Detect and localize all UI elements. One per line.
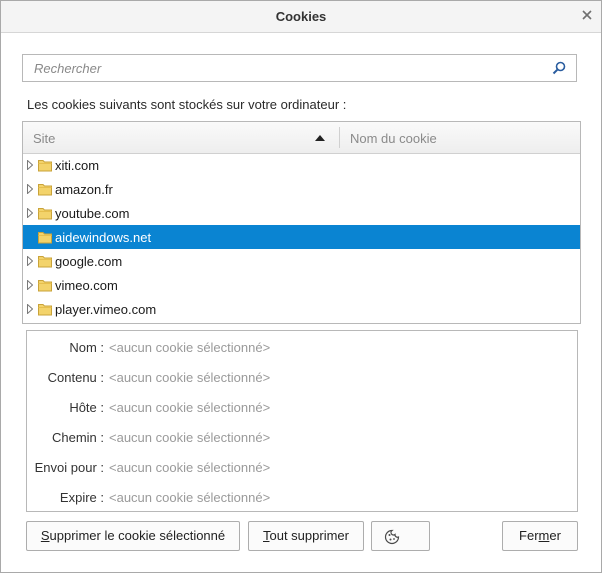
tree-row[interactable]: google.com (23, 249, 580, 273)
detail-value: <aucun cookie sélectionné> (109, 460, 271, 475)
tree-row-label: aidewindows.net (55, 230, 152, 245)
search-box[interactable] (22, 54, 577, 82)
folder-icon (38, 280, 52, 292)
tree-row-label: amazon.fr (55, 182, 113, 197)
remove-all-button[interactable]: Tout supprimer (248, 521, 364, 551)
expand-twisty-icon[interactable] (27, 160, 33, 170)
detail-value: <aucun cookie sélectionné> (109, 490, 271, 505)
cookies-intro-text: Les cookies suivants sont stockés sur vo… (27, 97, 347, 112)
cookie-site-tree[interactable]: Site Nom du cookie xiti.com amazon.fr yout… (22, 121, 581, 324)
tree-row[interactable]: amazon.fr (23, 177, 580, 201)
tree-row-label: vimeo.com (55, 278, 118, 293)
tree-row[interactable]: aidewindows.net (23, 225, 580, 249)
detail-value: <aucun cookie sélectionné> (109, 370, 271, 385)
folder-icon (38, 232, 52, 244)
tree-row[interactable]: xiti.com (23, 153, 580, 177)
tree-rows: xiti.com amazon.fr youtube.com aidewindows.… (23, 153, 580, 321)
expand-twisty-icon[interactable] (27, 304, 33, 314)
title-bar: Cookies (1, 1, 601, 33)
tree-row[interactable]: player.vimeo.com (23, 297, 580, 321)
tree-row[interactable]: youtube.com (23, 201, 580, 225)
folder-icon (38, 184, 52, 196)
dialog-title: Cookies (275, 9, 327, 24)
tree-header: Site Nom du cookie (23, 122, 580, 154)
tree-row[interactable]: vimeo.com (23, 273, 580, 297)
detail-value: <aucun cookie sélectionné> (109, 400, 271, 415)
detail-label: Hôte : (69, 400, 104, 415)
tree-row-label: xiti.com (55, 158, 100, 173)
column-separator[interactable] (339, 127, 340, 148)
column-header-site[interactable]: Site (33, 131, 55, 146)
close-icon[interactable] (579, 7, 595, 23)
cookies-dialog: Cookies Les cookies suivants sont stocké… (0, 0, 602, 573)
search-icon[interactable] (552, 61, 566, 75)
detail-row: Chemin : <aucun cookie sélectionné> (27, 430, 577, 450)
expand-twisty-icon[interactable] (27, 280, 33, 290)
detail-row: Hôte : <aucun cookie sélectionné> (27, 400, 577, 420)
cookie-details-panel: Nom : <aucun cookie sélectionné> Contenu :… (26, 330, 578, 512)
detail-row: Contenu : <aucun cookie sélectionné> (27, 370, 577, 390)
detail-label: Chemin : (51, 430, 104, 445)
folder-icon (38, 256, 52, 268)
search-input[interactable] (23, 55, 554, 81)
expand-twisty-icon[interactable] (27, 184, 33, 194)
detail-label: Contenu : (47, 370, 104, 385)
detail-row: Expire : <aucun cookie sélectionné> (27, 490, 577, 510)
detail-label: Envoi pour : (34, 460, 104, 475)
cookie-icon (384, 529, 400, 545)
tree-row-label: youtube.com (55, 206, 130, 221)
cookie-exceptions-button[interactable] (371, 521, 430, 551)
tree-row-label: google.com (55, 254, 123, 269)
detail-value: <aucun cookie sélectionné> (109, 430, 271, 445)
folder-icon (38, 304, 52, 316)
remove-selected-cookie-button[interactable]: Supprimer le cookie sélectionné (26, 521, 240, 551)
detail-label: Expire : (59, 490, 104, 505)
folder-icon (38, 160, 52, 172)
expand-twisty-icon[interactable] (27, 256, 33, 266)
detail-row: Nom : <aucun cookie sélectionné> (27, 340, 577, 360)
column-header-cookie-name[interactable]: Nom du cookie (350, 131, 437, 146)
sort-ascending-icon (315, 135, 325, 141)
detail-value: <aucun cookie sélectionné> (109, 340, 271, 355)
detail-row: Envoi pour : <aucun cookie sélectionné> (27, 460, 577, 480)
detail-label: Nom : (69, 340, 104, 355)
folder-icon (38, 208, 52, 220)
close-button[interactable]: Fermer (502, 521, 578, 551)
expand-twisty-icon[interactable] (27, 208, 33, 218)
tree-row-label: player.vimeo.com (55, 302, 157, 317)
